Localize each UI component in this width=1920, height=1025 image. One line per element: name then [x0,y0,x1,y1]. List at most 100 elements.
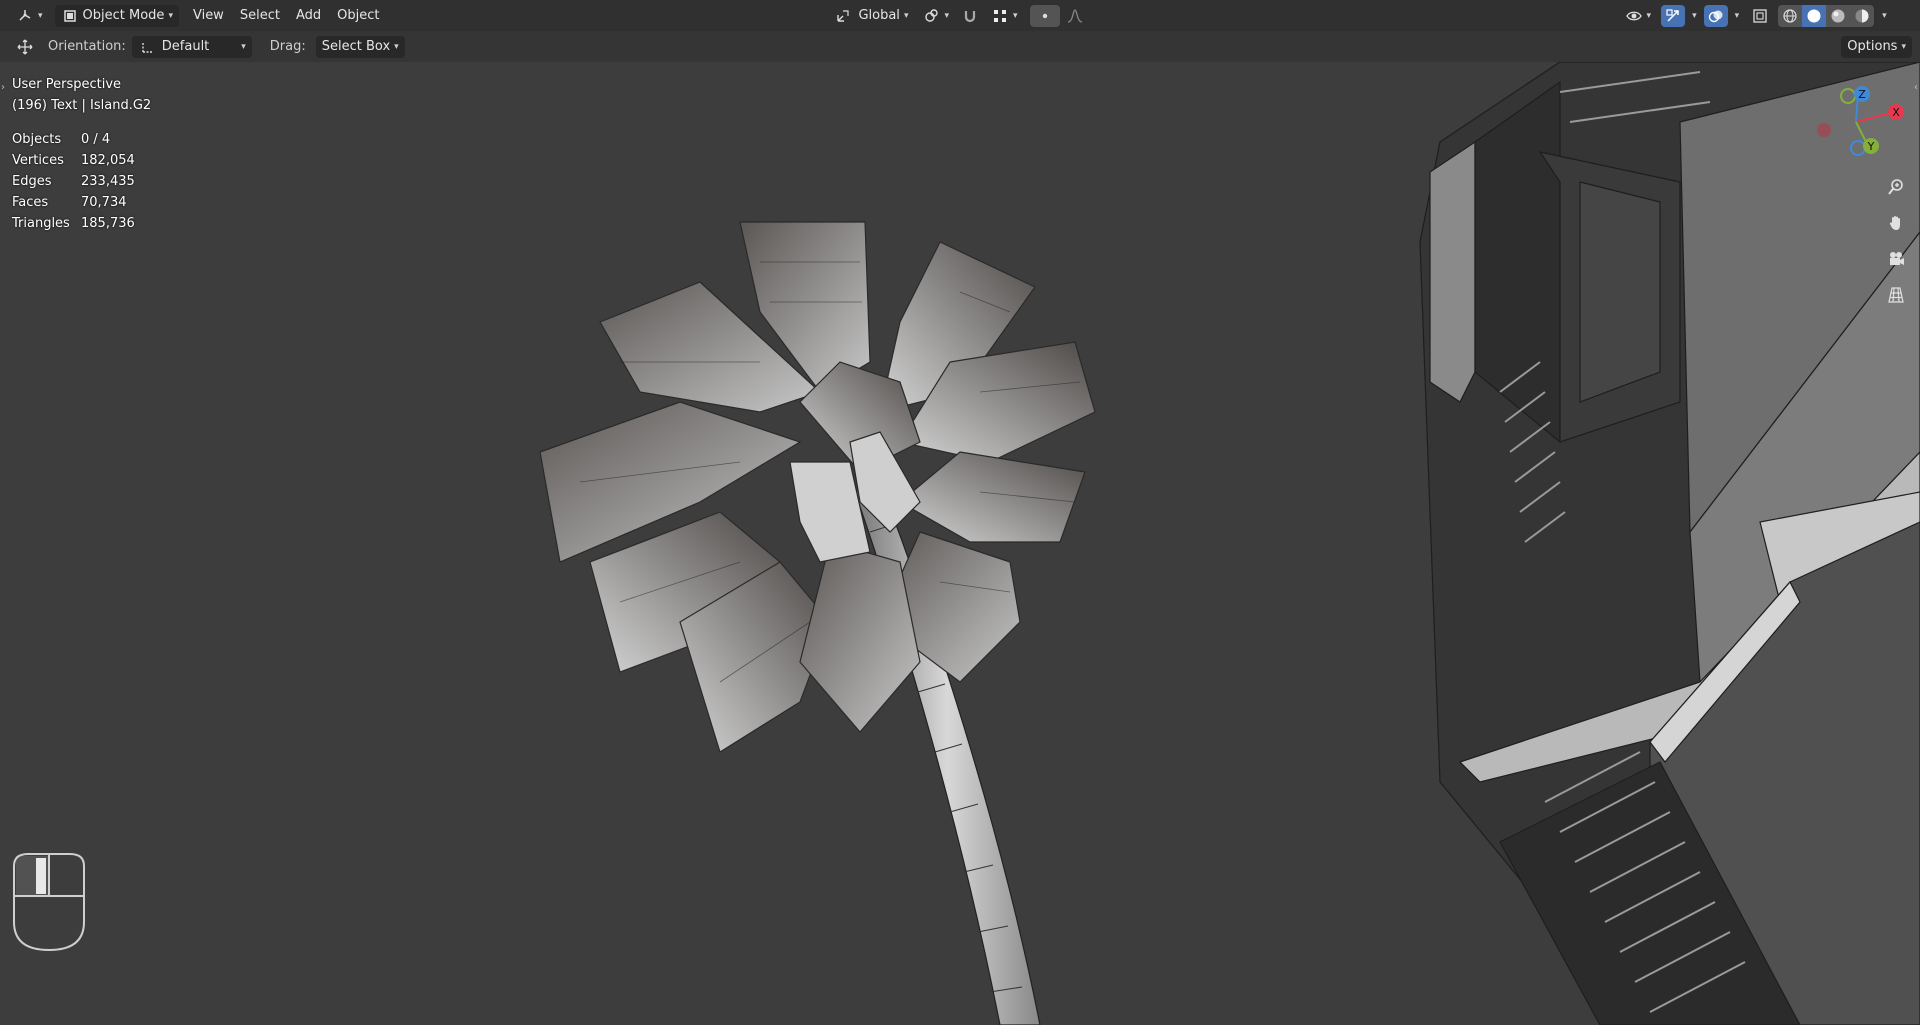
stat-label: Vertices [12,153,64,168]
chevron-down-icon: ▾ [1646,10,1652,21]
menu-select[interactable]: Select [234,5,286,27]
orientation-axes-icon [138,38,156,56]
stat-value: 70,734 [81,195,127,210]
toolbar-expand-arrow-icon[interactable]: › [1,82,5,93]
building [1419,62,1920,1025]
shading-solid-button[interactable] [1802,4,1827,27]
viewport-info: User Perspective (196) Text | Island.G2 [12,74,151,116]
wireframe-sphere-icon [1783,8,1797,23]
xray-toggle[interactable] [1748,5,1772,27]
transform-orientation-dropdown[interactable]: Global ▾ [828,5,914,27]
chevron-down-icon: ▾ [38,10,43,21]
orientation-value: Default [161,39,210,54]
gizmo-icon [1664,7,1682,25]
pivot-point-dropdown[interactable]: ▾ [916,5,955,27]
drag-dropdown[interactable]: Select Box ▾ [315,35,405,58]
hand-icon [1889,216,1900,230]
orientation-label: Global [858,8,900,23]
zoom-tool-button[interactable] [1882,173,1910,201]
tool-header: Orientation: Default ▾ Drag: Select Box … [0,31,1920,62]
stat-label: Triangles [12,216,70,231]
chevron-down-icon: ▾ [394,41,399,52]
material-sphere-icon [1831,9,1845,22]
stat-label: Objects [12,132,62,147]
pivot-icon [922,7,940,25]
orientation-field-label: Orientation: [48,39,126,54]
gizmo-x-label: X [1892,106,1900,119]
snap-target-dropdown[interactable]: ▾ [985,5,1024,27]
magnet-icon [961,7,979,25]
menu-object[interactable]: Object [331,5,385,27]
viewport-nav-tools [1882,173,1910,309]
palm-crown [539,221,1096,753]
gizmo-neg-x[interactable] [1817,123,1831,137]
shading-material-button[interactable] [1826,4,1851,27]
gizmo-toggle[interactable] [1661,4,1686,27]
mode-label: Object Mode [82,8,165,23]
chevron-down-icon: ▾ [1734,10,1740,21]
chevron-down-icon: ▾ [1882,10,1887,21]
navigation-gizmo[interactable]: Z X Y [1808,82,1908,162]
overlays-toggle[interactable] [1703,4,1728,27]
move-tool-icon [16,38,34,56]
xray-icon [1751,7,1769,25]
stat-label: Edges [12,174,52,189]
stat-row: Faces 70,734 [12,192,135,213]
menu-view[interactable]: View [187,5,230,27]
stat-row: Objects 0 / 4 [12,129,135,150]
grid-perspective-icon [1888,287,1904,303]
gizmo-y-label: Y [1867,140,1875,153]
sidebar-expand-arrow-icon[interactable]: ‹ [1914,82,1918,93]
orientation-dropdown[interactable]: Default ▾ [131,35,252,58]
viewport-scene[interactable] [0,62,1920,1025]
gizmo-z-label: Z [1858,88,1866,101]
shading-dropdown[interactable]: ▾ [1874,5,1891,27]
pan-tool-button[interactable] [1882,209,1910,237]
snap-grid-icon [991,7,1009,25]
overlays-dropdown[interactable]: ▾ [1728,5,1743,27]
camera-icon [1890,252,1904,265]
chevron-down-icon: ▾ [1692,10,1697,21]
object-info: (196) Text | Island.G2 [12,98,152,113]
options-label: Options [1847,39,1898,54]
proportional-edit-toggle[interactable] [1029,4,1060,27]
visibility-dropdown[interactable]: ▾ [1619,5,1658,27]
chevron-down-icon: ▾ [241,41,246,52]
chevron-down-icon: ▾ [1901,41,1906,52]
view3d-icon [16,7,34,25]
shading-mode-group [1778,4,1875,27]
scene-statistics: Objects 0 / 4 Vertices 182,054 Edges 233,43… [12,129,135,234]
options-dropdown[interactable]: Options ▾ [1841,35,1912,58]
editor-type-button[interactable]: ▾ [10,5,49,27]
eye-icon [1625,7,1643,25]
menu-add[interactable]: Add [290,5,327,27]
orientation-global-icon [834,7,852,25]
dot-icon [1036,7,1054,25]
stat-row: Triangles 185,736 [12,213,135,234]
camera-view-button[interactable] [1882,245,1910,273]
falloff-curve-icon [1066,7,1084,25]
zoom-icon [1888,179,1903,195]
chevron-down-icon: ▾ [903,10,909,21]
stat-value: 182,054 [81,153,135,168]
viewport-header: ▾ Object Mode ▾ View Select Add Object G… [0,0,1920,31]
gizmo-dropdown[interactable]: ▾ [1685,5,1700,27]
active-tool-button[interactable] [10,36,40,58]
mode-dropdown[interactable]: Object Mode ▾ [54,4,179,27]
shading-wireframe-button[interactable] [1778,4,1803,27]
snap-toggle[interactable] [955,5,985,27]
ortho-toggle-button[interactable] [1882,281,1910,309]
drag-field-label: Drag: [269,39,306,54]
shading-rendered-button[interactable] [1850,4,1875,27]
stat-label: Faces [12,195,49,210]
stat-value: 0 / 4 [81,132,111,147]
overlays-icon [1707,7,1725,25]
mouse-indicator-icon [13,853,85,952]
object-mode-icon [61,7,79,25]
gizmo-neg-y[interactable] [1840,88,1856,104]
stat-row: Edges 233,435 [12,171,135,192]
falloff-dropdown[interactable] [1060,5,1090,27]
chevron-down-icon: ▾ [1013,10,1018,21]
gizmo-neg-z[interactable] [1850,140,1866,156]
chevron-down-icon: ▾ [944,10,949,21]
